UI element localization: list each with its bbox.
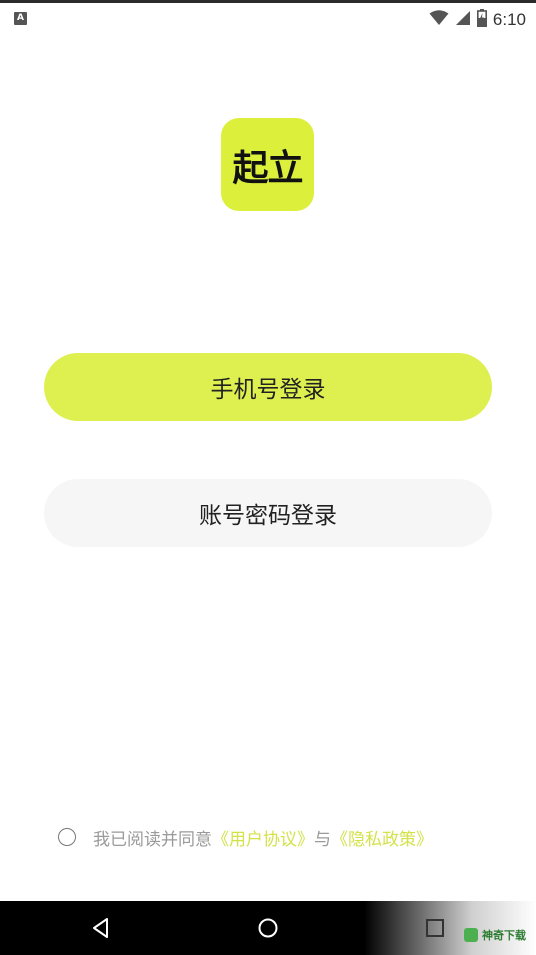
battery-icon (476, 9, 487, 31)
wifi-icon (429, 10, 449, 30)
watermark-logo-icon (464, 928, 478, 942)
phone-login-button[interactable]: 手机号登录 (44, 353, 492, 421)
app-logo-text: 起立 (232, 147, 303, 189)
app-logo: 起立 (221, 118, 314, 211)
agreement-conjunction: 与 (314, 829, 331, 850)
back-icon[interactable] (88, 915, 114, 941)
user-agreement-link[interactable]: 《用户协议》 (212, 825, 314, 850)
watermark: 神奇下载 (464, 926, 526, 944)
phone-login-label: 手机号登录 (210, 377, 326, 403)
agreement-prefix: 我已阅读并同意 (93, 829, 212, 850)
agreement-row: 我已阅读并同意 《用户协议》 与 《隐私政策》 (58, 822, 433, 852)
signal-icon (455, 10, 471, 30)
navigation-bar (0, 901, 536, 955)
watermark-text: 神奇下载 (482, 929, 526, 942)
account-login-label: 账号密码登录 (199, 503, 337, 529)
status-icons: 6:10 (429, 8, 526, 32)
login-screen: A 6:10 起立 手机号登录 账号密码登录 我已阅读并同意 《用户协议》 与 … (0, 0, 536, 955)
agreement-radio[interactable] (58, 828, 76, 846)
notification-icon: A (14, 12, 27, 25)
account-login-button[interactable]: 账号密码登录 (44, 479, 492, 547)
recent-apps-icon[interactable] (422, 915, 448, 941)
home-icon[interactable] (255, 915, 281, 941)
privacy-policy-link[interactable]: 《隐私政策》 (331, 825, 433, 850)
status-bar: A 6:10 (0, 0, 536, 34)
status-time: 6:10 (492, 10, 526, 29)
